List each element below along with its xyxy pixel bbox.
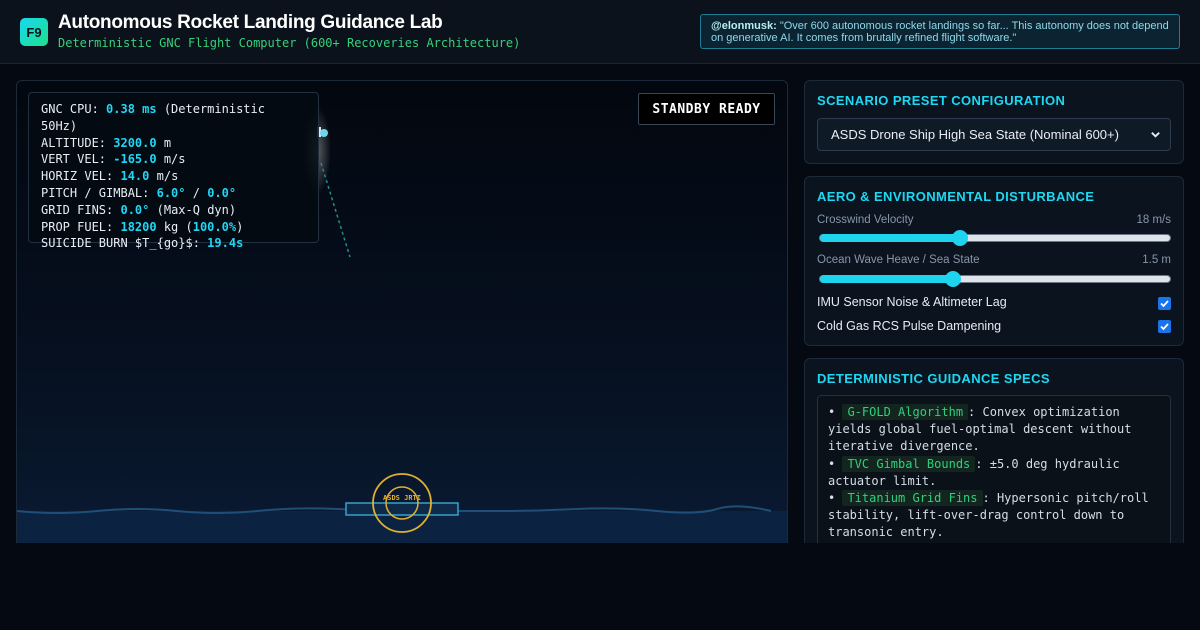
- rcs-dampening-checkbox[interactable]: [1158, 320, 1171, 333]
- simulation-viewport[interactable]: ASDS JRTI GNC CPU: 0.38 ms (Deterministi…: [16, 80, 788, 550]
- telemetry-pitch-gimbal: PITCH / GIMBAL: 6.0° / 0.0°: [41, 185, 237, 200]
- imu-noise-checkbox[interactable]: [1158, 297, 1171, 310]
- environment-card: AERO & ENVIRONMENTAL DISTURBANCE Crosswi…: [804, 176, 1184, 346]
- wave-slider-thumb[interactable]: [945, 271, 961, 287]
- telemetry-panel: GNC CPU: 0.38 ms (Deterministic 50Hz) AL…: [28, 92, 319, 250]
- telemetry-altitude: ALTITUDE: 3200.0 m: [41, 135, 172, 150]
- page-footer-blank: [0, 543, 1200, 630]
- scenario-select[interactable]: ASDS Drone Ship High Sea State (Nominal …: [817, 118, 1171, 151]
- specs-list: • G-FOLD Algorithm: Convex optimization …: [817, 395, 1171, 555]
- drone-ship: [345, 502, 459, 516]
- chevron-down-icon: [1151, 132, 1160, 138]
- rcs-dampening-label: Cold Gas RCS Pulse Dampening: [817, 319, 1002, 333]
- wave-slider[interactable]: [819, 271, 1171, 287]
- wave-slider-fill: [820, 275, 953, 283]
- crosswind-label: Crosswind Velocity: [817, 214, 914, 226]
- crosswind-slider[interactable]: [819, 230, 1171, 246]
- telemetry-horiz-vel: HORIZ VEL: 14.0 m/s: [41, 169, 179, 184]
- scenario-selected-value: ASDS Drone Ship High Sea State (Nominal …: [831, 127, 1119, 142]
- environment-title: AERO & ENVIRONMENTAL DISTURBANCE: [817, 189, 1095, 204]
- wave-value: 1.5 m: [1142, 254, 1171, 266]
- telemetry-grid-fins: GRID FINS: 0.0° (Max-Q dyn): [41, 202, 237, 217]
- status-badge: STANDBY READY: [638, 93, 775, 125]
- drone-ship-label: ASDS JRTI: [383, 494, 421, 502]
- scenario-card: SCENARIO PRESET CONFIGURATION ASDS Drone…: [804, 80, 1184, 164]
- telemetry-suicide-burn: SUICIDE BURN $T_{go}$: 19.4s: [41, 236, 244, 251]
- app-logo: F9: [20, 18, 48, 46]
- crosswind-slider-thumb[interactable]: [952, 230, 968, 246]
- crosswind-value: 18 m/s: [1136, 214, 1171, 226]
- app-header: F9 Autonomous Rocket Landing Guidance La…: [0, 0, 1200, 64]
- quote-banner: @elonmusk: "Over 600 autonomous rocket l…: [700, 14, 1180, 49]
- scenario-title: SCENARIO PRESET CONFIGURATION: [817, 93, 1066, 108]
- page-title: Autonomous Rocket Landing Guidance Lab: [58, 12, 443, 33]
- spec-tag: TVC Gimbal Bounds: [842, 455, 976, 472]
- crosswind-slider-fill: [820, 234, 960, 242]
- trajectory-line: [320, 162, 351, 258]
- spec-tag: Titanium Grid Fins: [842, 490, 983, 507]
- check-icon: [1160, 323, 1169, 331]
- imu-noise-label: IMU Sensor Noise & Altimeter Lag: [817, 295, 1007, 309]
- telemetry-fuel: PROP FUEL: 18200 kg (100.0%): [41, 219, 244, 234]
- specs-title: DETERMINISTIC GUIDANCE SPECS: [817, 371, 1050, 386]
- quote-text: "Over 600 autonomous rocket landings so …: [711, 20, 1169, 44]
- quote-author: @elonmusk:: [711, 20, 777, 32]
- wave-label: Ocean Wave Heave / Sea State: [817, 254, 980, 266]
- spec-tag: G-FOLD Algorithm: [842, 404, 969, 420]
- spec-item: • TVC Gimbal Bounds: ±5.0 deg hydraulic …: [828, 455, 1120, 488]
- telemetry-vert-vel: VERT VEL: -165.0 m/s: [41, 152, 186, 167]
- spec-item: • Titanium Grid Fins: Hypersonic pitch/r…: [828, 490, 1149, 540]
- spec-item: • G-FOLD Algorithm: Convex optimization …: [828, 404, 1132, 454]
- check-icon: [1160, 300, 1169, 308]
- page-subtitle: Deterministic GNC Flight Computer (600+ …: [58, 36, 521, 50]
- telemetry-cpu: GNC CPU: 0.38 ms (Deterministic 50Hz): [41, 102, 265, 133]
